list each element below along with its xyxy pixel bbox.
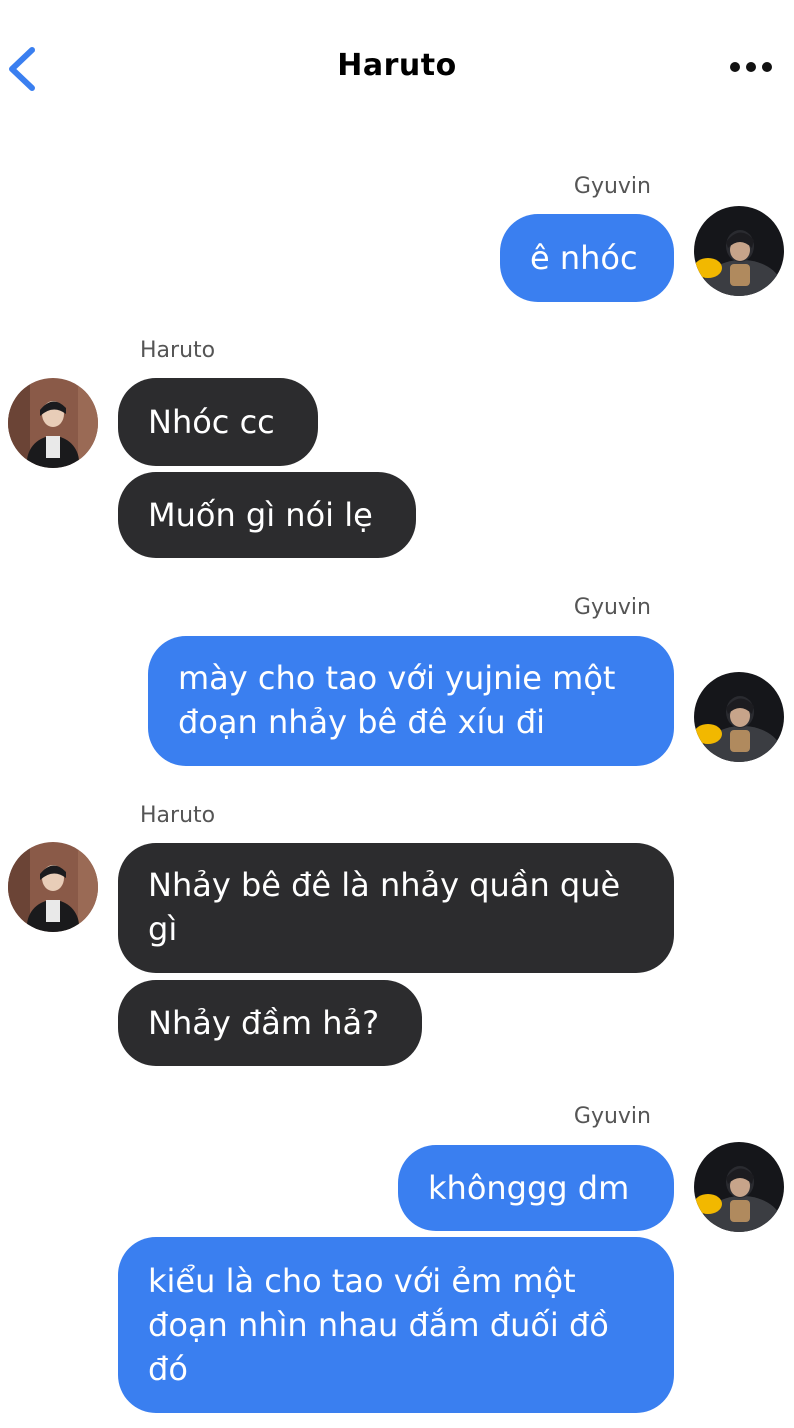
more-options-button[interactable] — [728, 58, 774, 76]
message-text: đó — [148, 1350, 188, 1388]
message-text: khônggg dm — [428, 1169, 630, 1207]
avatar-gyuvin[interactable] — [694, 1142, 784, 1232]
avatar-haruto[interactable] — [8, 378, 98, 468]
message-bubble-outgoing[interactable]: ê nhóc — [500, 214, 674, 302]
avatar-gyuvin[interactable] — [694, 206, 784, 296]
avatar-haruto[interactable] — [8, 842, 98, 932]
message-text: đoạn nhảy bê đê xíu đi — [178, 703, 546, 741]
message-text: gì — [148, 910, 178, 948]
message-bubble-incoming[interactable]: Nhóc cc — [118, 378, 318, 466]
sender-name: Gyuvin — [573, 595, 651, 620]
message-text: Nhảy đầm hả? — [148, 1004, 380, 1042]
sender-name: Haruto — [140, 338, 216, 363]
message-bubble-outgoing[interactable]: khônggg dm — [398, 1145, 674, 1231]
message-bubble-incoming[interactable]: Muốn gì nói lẹ — [118, 472, 416, 558]
message-text: mày cho tao với yujnie một — [178, 659, 616, 697]
sender-name: Gyuvin — [573, 174, 651, 199]
chat-title: Haruto — [337, 48, 457, 83]
message-text: đoạn nhìn nhau đắm đuối đồ — [148, 1306, 609, 1344]
message-bubble-outgoing[interactable]: mày cho tao với yujnie một đoạn nhảy bê … — [148, 636, 674, 766]
message-text: kiểu là cho tao với ẻm một — [148, 1262, 576, 1300]
ellipsis-icon — [730, 62, 772, 72]
message-text: Nhảy bê đê là nhảy quần què — [148, 866, 621, 904]
message-text: ê nhóc — [530, 239, 638, 277]
message-bubble-outgoing[interactable]: kiểu là cho tao với ẻm một đoạn nhìn nha… — [118, 1237, 674, 1413]
message-bubble-incoming[interactable]: Nhảy bê đê là nhảy quần què gì — [118, 843, 674, 973]
avatar-gyuvin[interactable] — [694, 672, 784, 762]
sender-name: Haruto — [140, 803, 216, 828]
message-bubble-incoming[interactable]: Nhảy đầm hả? — [118, 980, 422, 1066]
sender-name: Gyuvin — [573, 1104, 651, 1129]
message-text: Muốn gì nói lẹ — [148, 496, 373, 534]
message-text: Nhóc cc — [148, 403, 275, 441]
